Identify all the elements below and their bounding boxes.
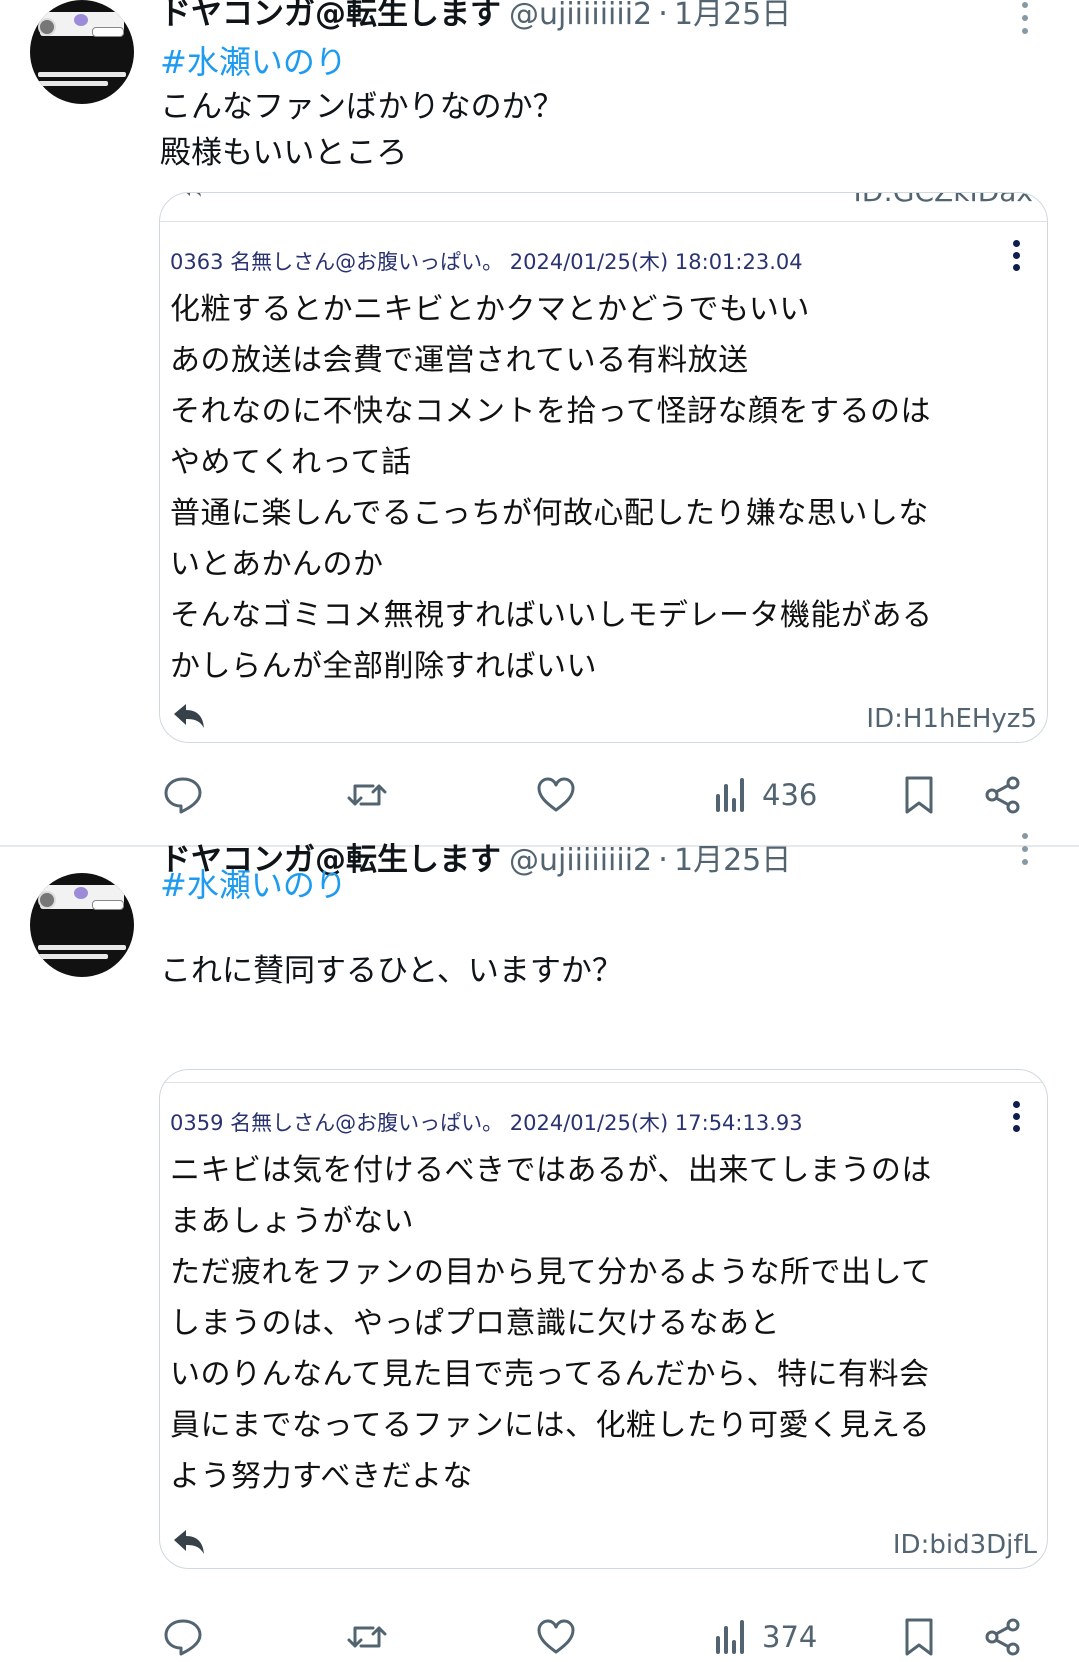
res-more-icon[interactable] — [1013, 240, 1021, 272]
retweet-icon — [347, 1626, 387, 1648]
views-count: 374 — [762, 1620, 818, 1654]
res-body-line: 員にまでなってるファンには、化粧したり可愛く見える — [170, 1408, 931, 1443]
res-body-line: 普通に楽しんでるこっちが何故心配したり嫌な思いしな — [170, 496, 929, 531]
hashtag-link[interactable]: #水瀬いのり — [160, 42, 347, 82]
quote-card[interactable]: 0359 名無しさん@お腹いっぱい。 2024/01/25(木) 17:54:1… — [159, 1069, 1048, 1569]
share-icon — [985, 776, 1020, 814]
res-body-line: そんなゴミコメ無視すればいいしモデレータ機能がある — [170, 598, 933, 633]
avatar[interactable] — [30, 873, 134, 977]
res-body-line: よう努力すべきだよな — [170, 1459, 473, 1494]
res-body-line: 化粧するとかニキビとかクマとかどうでもいい — [170, 292, 810, 327]
res-card: 0359 名無しさん@お腹いっぱい。 2024/01/25(木) 17:54:1… — [160, 1082, 1047, 1568]
res-card: 0363 名無しさん@お腹いっぱい。 2024/01/25(木) 18:01:2… — [160, 221, 1047, 742]
views-button[interactable]: 436 — [712, 770, 817, 820]
share-button[interactable] — [982, 1612, 1024, 1662]
reply-button[interactable] — [162, 1612, 204, 1662]
quote-reply-icon — [186, 193, 201, 197]
timestamp[interactable]: 1月25日 — [674, 843, 791, 878]
res-body-line: まあしょうがない — [170, 1204, 414, 1239]
tweet-header: ドヤコンガ@転生します @ujiiiiiiii2 · 1月25日 — [160, 0, 791, 34]
res-body-line: かしらんが全部削除すればいい — [170, 649, 597, 684]
tweet-text-line: 殿様もいいところ — [160, 135, 408, 171]
avatar[interactable] — [30, 0, 134, 104]
separator: · — [658, 842, 668, 878]
bookmark-icon — [905, 776, 933, 814]
tweet[interactable]: ドヤコンガ@転生します @ujiiiiiiii2 · 1月25日 #水瀬いのり こんな… — [0, 0, 1079, 846]
res-body-line: しまうのは、やっぱプロ意識に欠けるなあと — [170, 1306, 780, 1341]
res-body-line: ただ疲れをファンの目から見て分かるような所で出して — [170, 1255, 932, 1290]
res-body-line: いのりんなんて見た目で売ってるんだから、特に有料会 — [170, 1357, 930, 1392]
res-header: 0363 名無しさん@お腹いっぱい。 2024/01/25(木) 18:01:2… — [170, 250, 803, 274]
res-body: ニキビは気を付けるべきではあるが、出来てしまうのは まあしょうがない ただ疲れを… — [170, 1145, 932, 1502]
tweet-text-line: こんなファンばかりなのか？ — [160, 89, 564, 125]
retweet-icon — [347, 784, 387, 806]
tweet-text: これに賛同するひと、いますか？ — [160, 948, 623, 994]
views-icon — [716, 778, 744, 812]
res-reply-icon[interactable] — [172, 702, 206, 730]
timestamp[interactable]: 1月25日 — [674, 0, 791, 32]
display-name[interactable]: ドヤコンガ@転生します — [160, 0, 501, 32]
more-icon[interactable] — [1010, 829, 1040, 869]
res-id: ID:bid3DjfL — [892, 1530, 1037, 1560]
retweet-button[interactable] — [346, 1612, 388, 1662]
quote-card[interactable]: ID:GCZkIDax 0363 名無しさん@お腹いっぱい。 2024/01/2… — [159, 192, 1048, 743]
res-body-line: ニキビは気を付けるべきではあるが、出来てしまうのは — [170, 1153, 932, 1188]
separator: · — [658, 0, 668, 32]
handle[interactable]: @ujiiiiiiii2 — [509, 0, 652, 32]
like-icon — [537, 1619, 575, 1654]
views-count: 436 — [762, 778, 818, 812]
res-body-line: いとあかんのか — [170, 547, 384, 582]
views-button[interactable]: 374 — [712, 1612, 817, 1662]
res-header: 0359 名無しさん@お腹いっぱい。 2024/01/25(木) 17:54:1… — [170, 1111, 803, 1135]
res-reply-icon[interactable] — [172, 1528, 206, 1556]
tweet[interactable]: ドヤコンガ@転生します @ujiiiiiiii2 · 1月25日 #水瀬いのり これに… — [0, 833, 1079, 1662]
tweet-text: こんなファンばかりなのか？ 殿様もいいところ — [160, 84, 564, 176]
bookmark-icon — [905, 1618, 933, 1656]
res-body-line: あの放送は会費で運営されている有料放送 — [170, 343, 749, 378]
bookmark-button[interactable] — [898, 770, 940, 820]
tweet-text-line: これに賛同するひと、いますか？ — [160, 953, 623, 989]
res-more-icon[interactable] — [1013, 1101, 1021, 1133]
res-body: 化粧するとかニキビとかクマとかどうでもいい あの放送は会費で運営されている有料放… — [170, 284, 933, 692]
res-body-line: それなのに不快なコメントを拾って怪訝な顔をするのは — [170, 394, 931, 429]
res-body-line: やめてくれって話 — [170, 445, 412, 480]
res-id: ID:H1hEHyz5 — [866, 704, 1037, 734]
like-button[interactable] — [535, 1612, 577, 1662]
hashtag-link[interactable]: #水瀬いのり — [160, 865, 347, 905]
share-icon — [985, 1618, 1020, 1656]
retweet-button[interactable] — [346, 770, 388, 820]
action-bar: 436 — [0, 770, 1079, 820]
reply-icon — [164, 1619, 202, 1656]
like-button[interactable] — [535, 770, 577, 820]
quote-top-id: ID:GCZkIDax — [854, 193, 1033, 208]
share-button[interactable] — [982, 770, 1024, 820]
action-bar: 374 — [0, 1612, 1079, 1662]
more-icon[interactable] — [1010, 0, 1040, 38]
like-icon — [537, 777, 575, 812]
handle[interactable]: @ujiiiiiiii2 — [509, 843, 652, 878]
bookmark-button[interactable] — [898, 1612, 940, 1662]
views-icon — [716, 1620, 744, 1654]
reply-icon — [164, 777, 202, 814]
reply-button[interactable] — [162, 770, 204, 820]
